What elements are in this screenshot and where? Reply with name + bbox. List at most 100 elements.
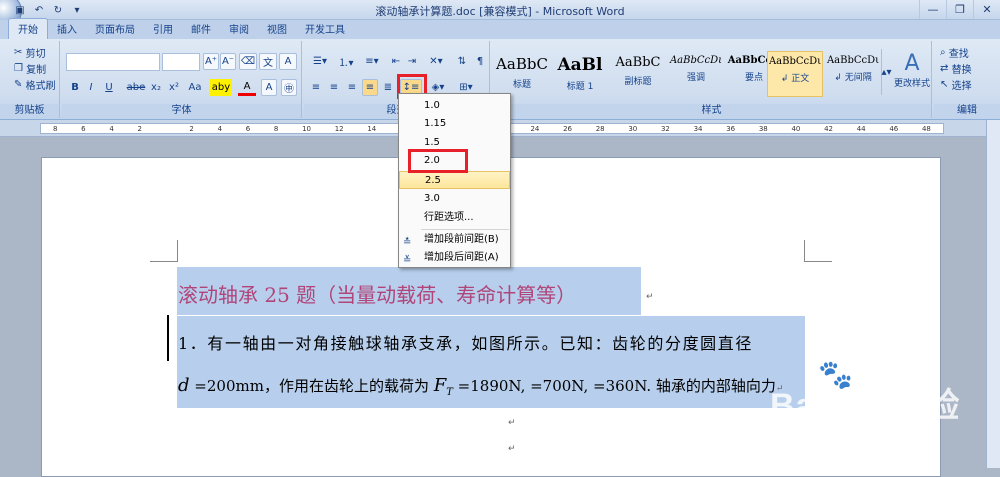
align-center-button[interactable]: ≡ <box>326 79 342 96</box>
document-heading[interactable]: 滚动轴承 25 题（当量动载荷、寿命计算等） <box>178 279 576 308</box>
format-painter-button[interactable]: ✎ 格式刷 <box>14 77 56 92</box>
distribute-button[interactable]: ≣ <box>380 79 396 96</box>
ruler-mark: 12 <box>334 125 344 133</box>
style-no-spacing[interactable]: AaBbCcDι ↲ 无间隔 <box>825 51 881 97</box>
phonetic-button[interactable]: 文 <box>259 53 277 70</box>
change-styles-button[interactable]: A 更改样式 <box>892 45 932 95</box>
italic-button[interactable]: I <box>84 79 98 96</box>
var-f-sub: T <box>446 387 453 398</box>
paragraph-mark: ↵ <box>508 418 516 428</box>
underline-button[interactable]: U <box>102 79 116 96</box>
show-marks-button[interactable]: ¶ <box>472 53 488 70</box>
tab-view[interactable]: 视图 <box>258 19 296 39</box>
group-label-editing: 编辑 <box>934 104 1000 118</box>
line-spacing-option-3-0[interactable]: 3.0 <box>399 190 510 208</box>
bold-button[interactable]: B <box>68 79 82 96</box>
tab-insert[interactable]: 插入 <box>48 19 86 39</box>
ruler-mark: 48 <box>921 125 931 133</box>
copy-icon: ❐ <box>14 62 23 74</box>
select-button[interactable]: ↖ 选择 <box>940 77 972 92</box>
tab-home[interactable]: 开始 <box>8 18 48 39</box>
highlight-box-option-2-0 <box>408 149 468 173</box>
superscript-button[interactable]: x² <box>166 79 182 96</box>
var-d: d <box>178 375 190 396</box>
align-left-button[interactable]: ≡ <box>308 79 324 96</box>
strikethrough-button[interactable]: abe <box>126 79 146 96</box>
change-styles-icon: A <box>904 51 920 76</box>
ruler-mark: 38 <box>758 125 768 133</box>
shrink-font-button[interactable]: A⁻ <box>220 53 236 70</box>
ruler-mark: 8 <box>53 125 58 133</box>
font-size-combo[interactable] <box>162 53 200 71</box>
font-group: A⁺ A⁻ ⌫ 文 A B I U abe x₂ x² Aa aby A A ㊥… <box>62 41 302 118</box>
styles-scroll[interactable]: ▴▾ <box>881 49 892 95</box>
subscript-button[interactable]: x₂ <box>148 79 164 96</box>
tab-review[interactable]: 审阅 <box>220 19 258 39</box>
line-spacing-options-more[interactable]: 行距选项... <box>399 209 510 227</box>
char-shading-button[interactable]: A <box>261 79 277 96</box>
style-title[interactable]: AaBbC 标题 <box>494 51 550 97</box>
decrease-indent-button[interactable]: ⇤ <box>388 53 404 70</box>
increase-indent-button[interactable]: ⇥ <box>404 53 420 70</box>
tab-mailings[interactable]: 邮件 <box>182 19 220 39</box>
window-controls: — ❐ ✕ <box>919 0 1000 19</box>
document-paragraph-2[interactable]: d =200mm，作用在齿轮上的载荷为 FT =1890N, =700N, =3… <box>178 375 783 398</box>
copy-button[interactable]: ❐ 复制 <box>14 61 46 76</box>
change-case-button[interactable]: Aa <box>184 79 206 96</box>
font-name-combo[interactable] <box>66 53 160 71</box>
scissors-icon: ✂ <box>14 46 23 58</box>
group-label-font: 字体 <box>62 104 301 118</box>
align-right-button[interactable]: ≡ <box>344 79 360 96</box>
group-label-styles: 样式 <box>492 104 931 118</box>
close-icon[interactable]: ✕ <box>973 0 1000 19</box>
add-space-before[interactable]: ≛ 增加段前间距(B) <box>399 231 510 249</box>
find-button[interactable]: ⌕ 查找 <box>940 45 969 60</box>
watermark-brand: Bai du 经验 <box>770 387 961 425</box>
grow-font-button[interactable]: A⁺ <box>203 53 219 70</box>
space-after-icon: ≚ <box>403 255 412 266</box>
watermark-url: jingyan.baidu.com <box>775 426 914 444</box>
char-border-button[interactable]: A <box>279 53 297 70</box>
style-subtitle[interactable]: AaBbC 副标题 <box>610 51 666 97</box>
justify-button[interactable]: ≡ <box>362 79 378 96</box>
ruler-mark: 42 <box>824 125 833 133</box>
line-spacing-option-2-5[interactable]: 2.5 <box>399 171 510 189</box>
numbering-button[interactable]: ⒈▾ <box>334 53 358 70</box>
line-spacing-option-1-15[interactable]: 1.15 <box>399 115 510 133</box>
style-heading-1[interactable]: AaBl 标题 1 <box>552 51 608 97</box>
tab-references[interactable]: 引用 <box>144 19 182 39</box>
font-color-button[interactable]: A <box>238 79 256 96</box>
clear-format-button[interactable]: ⌫ <box>239 53 257 70</box>
ruler-mark: 30 <box>628 125 638 133</box>
style-normal[interactable]: AaBbCcDι ↲ 正文 <box>767 51 823 97</box>
ruler-mark: 4 <box>109 125 114 133</box>
cut-button[interactable]: ✂ 剪切 <box>14 45 46 60</box>
ruler-mark: 2 <box>189 125 194 133</box>
paragraph-mark: ↵ <box>646 292 654 302</box>
document-paragraph-1[interactable]: 1．有一轴由一对角接触球轴承支承，如图所示。已知：齿轮的分度圆直径 <box>178 330 753 354</box>
style-emphasis[interactable]: AaBbCcDι 强调 <box>668 51 724 97</box>
multilevel-list-button[interactable]: ≡▾ <box>360 53 384 70</box>
ruler-mark: 8 <box>273 125 279 133</box>
window-title: 滚动轴承计算题.doc [兼容模式] - Microsoft Word <box>375 5 625 18</box>
chinese-layout-button[interactable]: ✕▾ <box>422 53 450 70</box>
ruler-mark: 40 <box>791 125 801 133</box>
enclose-char-button[interactable]: ㊥ <box>281 79 297 96</box>
minimize-icon[interactable]: — <box>919 0 946 19</box>
group-label-clipboard: 剪贴板 <box>0 104 59 118</box>
highlight-button[interactable]: aby <box>210 79 232 96</box>
restore-icon[interactable]: ❐ <box>946 0 973 19</box>
add-space-after[interactable]: ≚ 增加段后间距(A) <box>399 249 510 267</box>
para2-mid: =200mm，作用在齿轮上的载荷为 <box>189 377 434 395</box>
ruler-mark: 32 <box>660 125 670 133</box>
brush-icon: ✎ <box>14 78 23 90</box>
ruler-mark: 44 <box>856 125 866 133</box>
replace-button[interactable]: ⇄ 替换 <box>940 61 972 76</box>
tab-page-layout[interactable]: 页面布局 <box>86 19 144 39</box>
paragraph-mark: ↵ <box>508 444 516 454</box>
tab-developer[interactable]: 开发工具 <box>296 19 354 39</box>
sort-button[interactable]: ⇅ <box>454 53 470 70</box>
margin-corner-top-right <box>804 240 832 262</box>
bullets-button[interactable]: ☰▾ <box>308 53 332 70</box>
line-spacing-option-1-0[interactable]: 1.0 <box>399 97 510 115</box>
